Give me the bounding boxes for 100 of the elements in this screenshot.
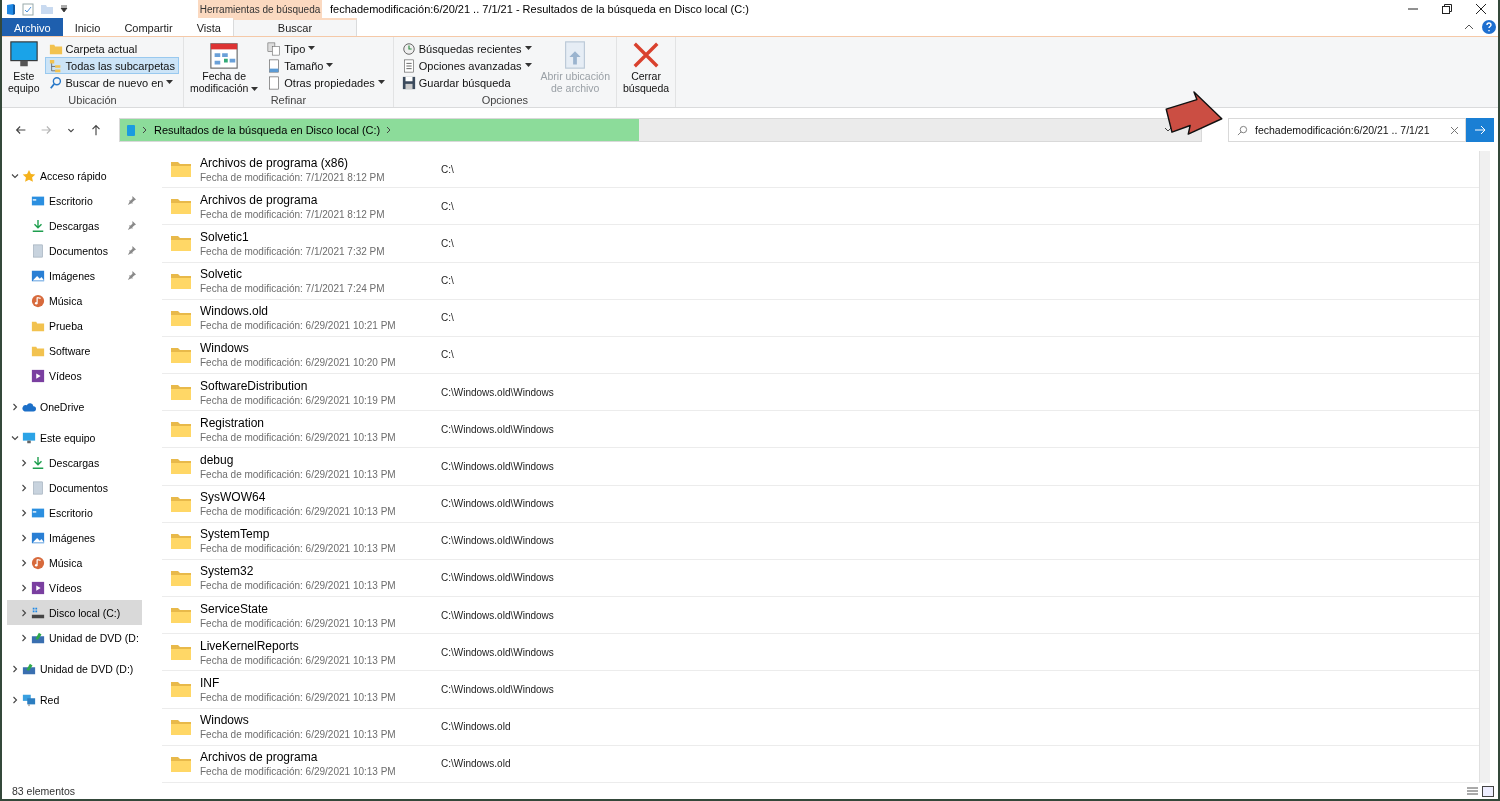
ribbon-button[interactable]: Otras propiedades [263, 74, 389, 91]
pin-icon[interactable] [127, 221, 136, 230]
sidebar-item[interactable]: Imágenes [7, 263, 142, 288]
result-row[interactable]: Windows Fecha de modificación: 6/29/2021 10:20 PM C:\ [162, 336, 1479, 375]
result-row[interactable]: Windows.old Fecha de modificación: 6/29/2021 10:21 PM C:\ [162, 299, 1479, 337]
ribbon-button[interactable]: Fecha de modificación [188, 40, 261, 94]
sidebar-item[interactable]: Música [7, 288, 142, 313]
properties-icon[interactable] [22, 2, 34, 16]
chevron-icon[interactable] [142, 126, 148, 134]
sidebar-item[interactable]: Documentos [7, 475, 142, 500]
large-icons-view-icon[interactable] [1482, 785, 1494, 797]
result-row[interactable]: SystemTemp Fecha de modificación: 6/29/2021 10:13 PM C:\Windows.old\Windows [162, 522, 1479, 560]
modified-date: Fecha de modificación: 6/29/2021 10:13 PM [200, 580, 397, 592]
ribbon-tab[interactable]: Archivo [2, 18, 63, 36]
chevron-icon[interactable] [20, 558, 28, 567]
ribbon-button[interactable]: Opciones avanzadas [397, 57, 536, 74]
sidebar-item[interactable]: Acceso rápido [2, 163, 129, 188]
address-bar[interactable]: Resultados de la búsqueda en Disco local (C:) [119, 118, 1202, 142]
result-row[interactable]: System32 Fecha de modificación: 6/29/2021 10:13 PM C:\Windows.old\Windows [162, 559, 1479, 598]
sidebar-item[interactable]: Imágenes [7, 525, 142, 550]
chevron-down-icon[interactable] [1163, 126, 1173, 134]
sidebar-item[interactable]: Disco local (C:) [7, 600, 142, 625]
result-row[interactable]: Archivos de programa (x86) Fecha de modificación: 7/1/2021 8:12 PM C:\ [162, 151, 1479, 189]
chevron-icon[interactable] [20, 533, 28, 542]
chevron-icon[interactable] [20, 633, 28, 642]
file-name: SysWOW64 [200, 490, 267, 505]
sidebar-item[interactable]: Software [7, 338, 142, 363]
sidebar-item[interactable]: Prueba [7, 313, 142, 338]
folder-path: C:\ [441, 349, 454, 361]
chevron-icon[interactable] [11, 664, 19, 673]
ribbon-button[interactable]: Carpeta actual [44, 40, 179, 57]
chevron-icon[interactable] [11, 402, 19, 411]
ribbon-button[interactable]: Búsquedas recientes [397, 40, 536, 57]
sidebar-item[interactable]: Unidad de DVD (D: [7, 625, 142, 650]
download-icon [31, 455, 45, 470]
annotation-arrow [1164, 90, 1224, 136]
result-row[interactable]: SysWOW64 Fecha de modificación: 6/29/2021 10:13 PM C:\Windows.old\Windows [162, 485, 1479, 523]
ribbon-button[interactable]: Tipo [263, 40, 389, 57]
sidebar-item[interactable]: OneDrive [2, 394, 129, 419]
result-row[interactable]: debug Fecha de modificación: 6/29/2021 10:13 PM C:\Windows.old\Windows [162, 448, 1479, 486]
caret-icon [308, 46, 316, 51]
result-row[interactable]: LiveKernelReports Fecha de modificación: 6/29/2021 10:13 PM C:\Windows.old\Windows [162, 634, 1479, 672]
sidebar-item[interactable]: Documentos [7, 238, 142, 263]
scrollbar[interactable] [1479, 151, 1490, 783]
search-results-icon [126, 123, 136, 137]
chevron-icon[interactable] [20, 608, 28, 617]
chevron-icon[interactable] [386, 126, 393, 134]
app-icon[interactable] [6, 2, 16, 16]
collapse-ribbon-icon[interactable] [1464, 23, 1474, 31]
ribbon-button[interactable]: Tamaño [263, 57, 389, 74]
result-row[interactable]: Archivos de programa Fecha de modificación: 6/29/2021 10:13 PM C:\Windows.old [162, 745, 1479, 783]
caret-icon [166, 80, 174, 85]
ribbon-button[interactable]: Cerrar búsqueda [620, 40, 672, 94]
sidebar-item[interactable]: Vídeos [7, 363, 142, 388]
breadcrumb[interactable]: Resultados de la búsqueda en Disco local (C:) [154, 124, 381, 136]
sidebar-item[interactable]: Escritorio [7, 500, 142, 525]
search-field[interactable]: fechademodificación:6/20/21 .. 7/1/21 [1228, 118, 1466, 142]
pin-icon[interactable] [127, 196, 136, 205]
back-arrow-icon[interactable] [13, 123, 28, 137]
pin-icon[interactable] [127, 246, 136, 255]
result-row[interactable]: ServiceState Fecha de modificación: 6/29/2021 10:13 PM C:\Windows.old\Windows [162, 597, 1479, 635]
search-icon [1237, 124, 1248, 136]
result-row[interactable]: Solvetic1 Fecha de modificación: 7/1/2021 7:32 PM C:\ [162, 225, 1479, 263]
sidebar-item[interactable]: Este equipo [2, 425, 129, 450]
chevron-icon[interactable] [11, 695, 19, 704]
result-row[interactable]: Archivos de programa Fecha de modificación: 7/1/2021 8:12 PM C:\ [162, 188, 1479, 226]
result-row[interactable]: Registration Fecha de modificación: 6/29/2021 10:13 PM C:\Windows.old\Windows [162, 411, 1479, 449]
chevron-icon[interactable] [20, 583, 28, 592]
sidebar-item[interactable]: Red [2, 687, 129, 712]
result-row[interactable]: Solvetic Fecha de modificación: 7/1/2021 7:24 PM C:\ [162, 262, 1479, 300]
chevron-icon[interactable] [11, 433, 19, 442]
pin-icon[interactable] [127, 271, 136, 280]
sidebar-item[interactable]: Vídeos [7, 575, 142, 600]
sidebar-item[interactable]: Descargas [7, 450, 142, 475]
file-name: Windows [200, 341, 250, 356]
result-row[interactable]: INF Fecha de modificación: 6/29/2021 10:13 PM C:\Windows.old\Windows [162, 671, 1479, 709]
chevron-icon[interactable] [20, 508, 28, 517]
ribbon-button[interactable]: Este equipo [6, 40, 42, 94]
ribbon-tab[interactable]: Buscar [232, 18, 357, 36]
folder-icon [170, 345, 192, 364]
ribbon-button[interactable]: Todas las subcarpetas [44, 57, 179, 74]
sidebar-item[interactable]: Descargas [7, 213, 142, 238]
calendar-icon [209, 40, 240, 70]
help-icon[interactable] [1482, 20, 1496, 34]
context-tab-label: Herramientas de búsqueda [198, 0, 322, 18]
chevron-icon[interactable] [20, 458, 28, 467]
sidebar-item[interactable]: Escritorio [7, 188, 142, 213]
close-icon[interactable] [1476, 4, 1486, 14]
chevron-icon[interactable] [11, 171, 19, 180]
sidebar-item[interactable]: Música [7, 550, 142, 575]
ribbon-button[interactable]: Buscar de nuevo en [44, 74, 179, 91]
ribbon-button[interactable]: Guardar búsqueda [397, 74, 536, 91]
result-row[interactable]: SoftwareDistribution Fecha de modificación: 6/29/2021 10:19 PM C:\Windows.old\Windows [162, 374, 1479, 412]
folder-icon [170, 606, 192, 625]
restore-icon[interactable] [1442, 4, 1452, 14]
result-row[interactable]: Windows Fecha de modificación: 6/29/2021 10:13 PM C:\Windows.old [162, 708, 1479, 746]
customize-icon[interactable] [60, 5, 68, 13]
clear-icon[interactable] [1450, 125, 1459, 135]
modified-date: Fecha de modificación: 6/29/2021 10:19 PM [200, 394, 397, 406]
chevron-icon[interactable] [20, 483, 28, 492]
